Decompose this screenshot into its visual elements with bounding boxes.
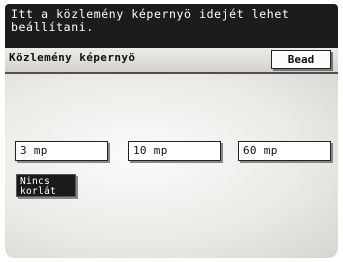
no-limit-label-line-2: korlát: [20, 185, 57, 197]
option-10-sec-button[interactable]: 10 mp: [128, 141, 221, 161]
message-line-2: beállítani.: [11, 20, 94, 34]
option-60-sec-button[interactable]: 60 mp: [238, 141, 331, 161]
page-title: Közlemény képernyö: [9, 51, 136, 64]
message-bar: Itt a közlemény képernyö idejét lehet be…: [5, 4, 338, 48]
no-limit-button[interactable]: Nincs korlát: [16, 174, 76, 197]
bead-button[interactable]: Bead: [271, 50, 331, 69]
title-row: Közlemény képernyö Bead: [5, 48, 338, 74]
option-3-sec-button[interactable]: 3 mp: [15, 141, 108, 161]
content-area: 3 mp 10 mp 60 mp Nincs korlát: [5, 74, 338, 258]
touch-panel-screen: Itt a közlemény képernyö idejét lehet be…: [0, 0, 343, 262]
